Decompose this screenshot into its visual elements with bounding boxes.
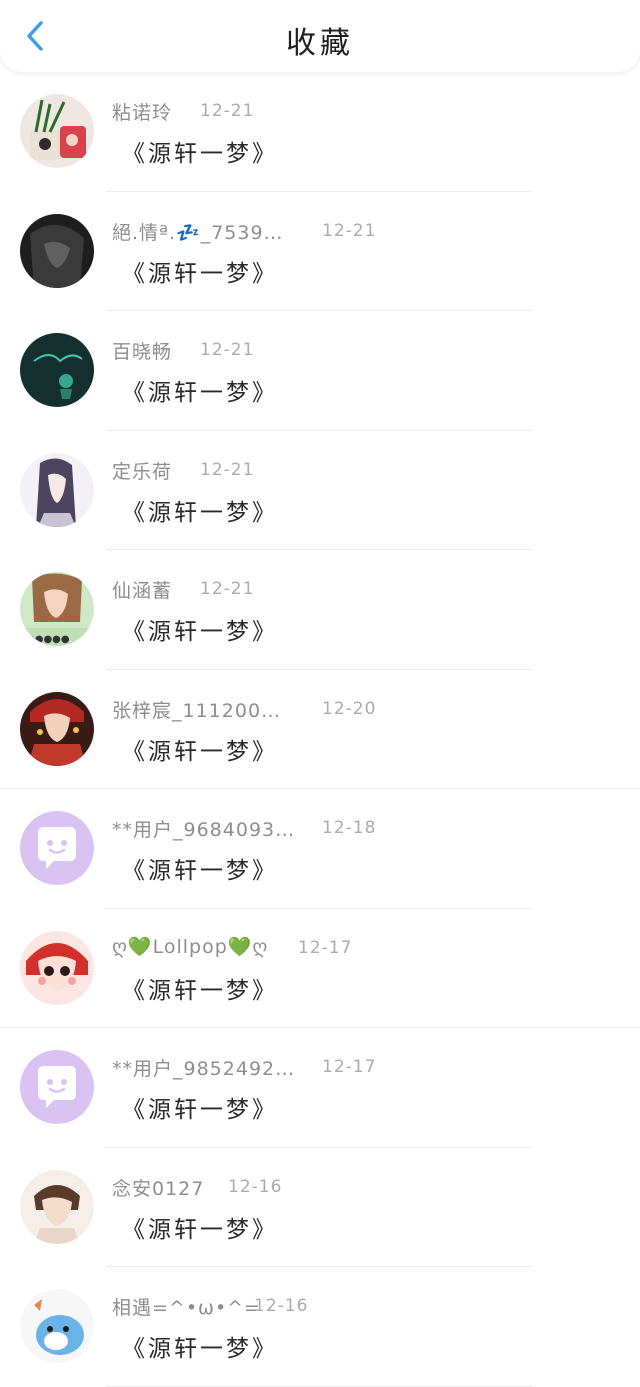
list-item[interactable]: 絕.情ª.💤_7539… 12-21 《源轩一梦》 (0, 192, 640, 311)
divider (106, 1385, 532, 1387)
favorite-title[interactable]: 《源轩一梦》 (122, 612, 278, 646)
avatar[interactable] (20, 1169, 94, 1244)
favorite-title[interactable]: 《源轩一梦》 (122, 851, 278, 885)
favorite-title[interactable]: 《源轩一梦》 (122, 373, 278, 407)
list-item[interactable]: ●●●●● 仙涵蓄 12-21 《源轩一梦》 (0, 550, 640, 670)
list-item[interactable]: 张梓宸_111200… 12-20 《源轩一梦》 (0, 670, 640, 789)
avatar[interactable] (20, 691, 94, 766)
username[interactable]: 念安0127 (112, 1174, 204, 1201)
avatar[interactable] (20, 94, 94, 168)
timestamp: 12-21 (200, 101, 255, 121)
favorite-title[interactable]: 《源轩一梦》 (122, 1329, 278, 1363)
default-avatar[interactable] (20, 1050, 94, 1124)
favorite-title[interactable]: 《源轩一梦》 (122, 254, 278, 288)
favorite-title[interactable]: 《源轩一梦》 (122, 732, 278, 766)
timestamp: 12-21 (200, 579, 255, 599)
avatar[interactable] (20, 213, 94, 288)
timestamp: 12-17 (298, 937, 353, 958)
favorites-list: 粘诺玲 12-21 《源轩一梦》 絕.情ª.💤_7539… 12-21 《源轩一… (0, 72, 640, 1387)
timestamp: 12-20 (322, 698, 377, 719)
username[interactable]: ღ💚Lollpop💚ღ (112, 935, 268, 958)
username[interactable]: 粘诺玲 (112, 98, 172, 125)
list-item[interactable]: **用户_9684093… 12-18 《源轩一梦》 (0, 789, 640, 909)
timestamp: 12-16 (254, 1296, 309, 1316)
username[interactable]: **用户_9852492… (112, 1054, 295, 1081)
timestamp: 12-18 (322, 818, 377, 838)
avatar[interactable] (20, 1289, 94, 1363)
timestamp: 12-17 (322, 1057, 377, 1077)
timestamp: 12-21 (200, 459, 255, 480)
timestamp: 12-21 (200, 340, 255, 360)
favorite-title[interactable]: 《源轩一梦》 (122, 134, 278, 168)
favorite-title[interactable]: 《源轩一梦》 (122, 1090, 278, 1124)
list-item[interactable]: **用户_9852492… 12-17 《源轩一梦》 (0, 1028, 640, 1148)
list-item[interactable]: ღ💚Lollpop💚ღ 12-17 《源轩一梦》 (0, 909, 640, 1028)
page-title: 收藏 (286, 26, 354, 61)
avatar[interactable] (20, 452, 94, 527)
list-item[interactable]: 百晓畅 12-21 《源轩一梦》 (0, 311, 640, 431)
favorite-title[interactable]: 《源轩一梦》 (122, 1210, 278, 1244)
username[interactable]: 相遇=^•ω•^= (112, 1293, 261, 1320)
svg-text:●●●●●: ●●●●● (26, 634, 70, 645)
avatar[interactable] (20, 930, 94, 1005)
default-avatar[interactable] (20, 811, 94, 885)
list-item[interactable]: 念安0127 12-16 《源轩一梦》 (0, 1148, 640, 1267)
username[interactable]: **用户_9684093… (112, 815, 295, 842)
favorite-title[interactable]: 《源轩一梦》 (122, 493, 278, 527)
favorite-title[interactable]: 《源轩一梦》 (122, 971, 278, 1005)
list-item[interactable]: 定乐荷 12-21 《源轩一梦》 (0, 431, 640, 550)
timestamp: 12-16 (228, 1176, 283, 1197)
username[interactable]: 百晓畅 (112, 337, 172, 364)
username[interactable]: 絕.情ª.💤_7539… (112, 218, 284, 245)
list-item[interactable]: 相遇=^•ω•^= 12-16 《源轩一梦》 (0, 1267, 640, 1387)
username[interactable]: 定乐荷 (112, 457, 172, 484)
list-item[interactable]: 粘诺玲 12-21 《源轩一梦》 (0, 72, 640, 192)
avatar[interactable]: ●●●●● (20, 572, 94, 646)
avatar[interactable] (20, 333, 94, 407)
top-bar: 收藏 (0, 0, 640, 72)
username[interactable]: 仙涵蓄 (112, 576, 172, 603)
timestamp: 12-21 (322, 220, 377, 241)
username[interactable]: 张梓宸_111200… (112, 696, 281, 723)
